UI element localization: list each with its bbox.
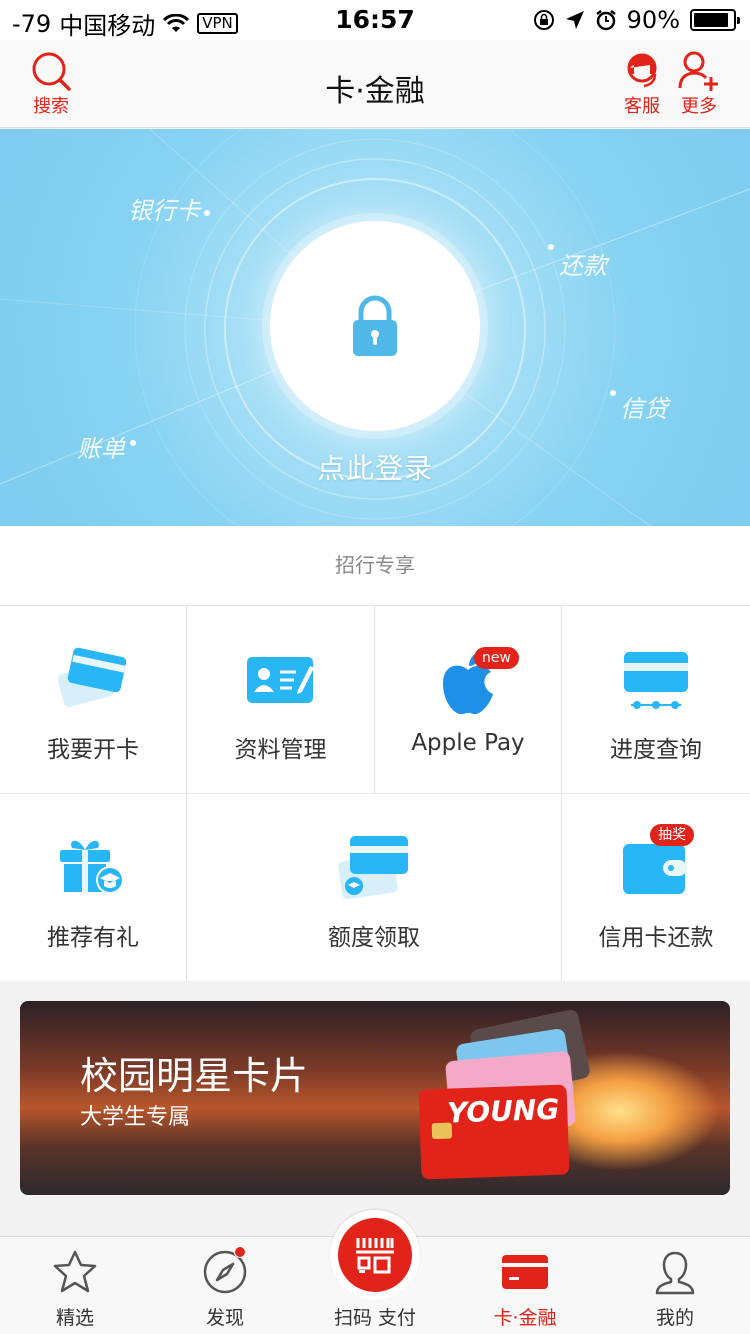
bank-card-label[interactable]: 银行卡: [128, 191, 200, 226]
profile-management-item[interactable]: 资料管理: [187, 606, 375, 793]
grid-row: 推荐有礼 额度领取 抽奖 信用卡还款: [0, 793, 750, 981]
headset-icon: [627, 53, 657, 88]
open-card-item[interactable]: 我要开卡: [0, 606, 187, 793]
card-open-icon: [58, 647, 127, 708]
credit-limit-label: 额度领取: [328, 925, 420, 951]
location-icon: [565, 11, 584, 29]
apple-pay-item[interactable]: new Apple Pay: [375, 606, 562, 793]
star-icon: [53, 1250, 97, 1293]
profile-card-icon: [246, 657, 314, 703]
campus-card-banner[interactable]: YOUNG 校园明星卡片 大学生专属: [20, 1001, 730, 1195]
customer-service-label: 客服: [624, 96, 660, 117]
status-bar: -79 中国移动 VPN 16:57 90%: [0, 0, 750, 40]
tab-card-finance-label: 卡·金融: [493, 1307, 557, 1329]
alarm-icon: [595, 10, 616, 31]
credit-label[interactable]: 信贷: [620, 389, 668, 424]
scan-pay-button[interactable]: [330, 1210, 420, 1300]
card-image: YOUNG: [418, 1084, 570, 1180]
apple-pay-label: Apple Pay: [411, 730, 525, 756]
tab-mine[interactable]: 我的: [600, 1237, 750, 1334]
new-badge: new: [474, 647, 519, 669]
customer-service-button[interactable]: 客服: [622, 50, 662, 118]
battery-percent: 90%: [626, 6, 680, 34]
login-hero: 银行卡 还款 信贷 账单 点此登录: [0, 129, 750, 526]
wallet-icon: [623, 844, 687, 894]
tab-scan-pay-label: 扫码 支付: [333, 1307, 417, 1329]
gift-icon: [60, 840, 124, 894]
banner-subtitle: 大学生专属: [80, 1105, 191, 1130]
nav-bar: 搜索 卡·金融 客服 更多: [0, 40, 750, 128]
credit-limit-icon: [338, 836, 408, 900]
notification-dot: [234, 1246, 246, 1258]
lottery-badge: 抽奖: [650, 824, 694, 846]
tab-discover-label: 发现: [205, 1307, 244, 1329]
profile-management-label: 资料管理: [234, 737, 327, 763]
tab-discover[interactable]: 发现: [150, 1237, 300, 1334]
more-label: 更多: [681, 96, 717, 117]
scan-icon: [356, 1238, 394, 1274]
tab-mine-label: 我的: [655, 1307, 694, 1329]
section-title: 招行专享: [0, 526, 750, 606]
more-button[interactable]: 更多: [678, 50, 720, 118]
credit-limit-item[interactable]: 额度领取: [187, 794, 562, 981]
tab-card-finance[interactable]: 卡·金融: [450, 1237, 600, 1334]
tab-featured-label: 精选: [55, 1307, 94, 1329]
referral-reward-item[interactable]: 推荐有礼: [0, 794, 187, 981]
rotation-lock-icon: [533, 10, 554, 30]
progress-card-icon: [624, 652, 688, 709]
tab-featured[interactable]: 精选: [0, 1237, 150, 1334]
progress-query-item[interactable]: 进度查询: [562, 606, 750, 793]
referral-reward-label: 推荐有礼: [47, 925, 139, 951]
open-card-label: 我要开卡: [47, 737, 139, 763]
credit-repayment-item[interactable]: 抽奖 信用卡还款: [562, 794, 750, 981]
card-brand-text: YOUNG: [446, 1092, 560, 1130]
battery-icon: [690, 9, 740, 31]
repayment-label[interactable]: 还款: [559, 246, 607, 281]
progress-query-label: 进度查询: [610, 737, 702, 763]
user-icon: [655, 1251, 695, 1295]
add-user-icon: [678, 51, 718, 91]
login-button[interactable]: [270, 221, 480, 431]
chip-icon: [431, 1122, 453, 1140]
card-icon: [502, 1255, 548, 1289]
grid-row: 我要开卡 资料管理 new Apple Pay 进度查询: [0, 605, 750, 793]
banner-title: 校园明星卡片: [80, 1054, 309, 1098]
lock-icon: [353, 295, 397, 356]
feature-grid: 我要开卡 资料管理 new Apple Pay 进度查询 推荐有礼 额度领取 抽…: [0, 605, 750, 981]
login-prompt[interactable]: 点此登录: [0, 447, 750, 487]
scan-button-circle: [338, 1218, 412, 1292]
credit-repayment-label: 信用卡还款: [598, 925, 714, 951]
